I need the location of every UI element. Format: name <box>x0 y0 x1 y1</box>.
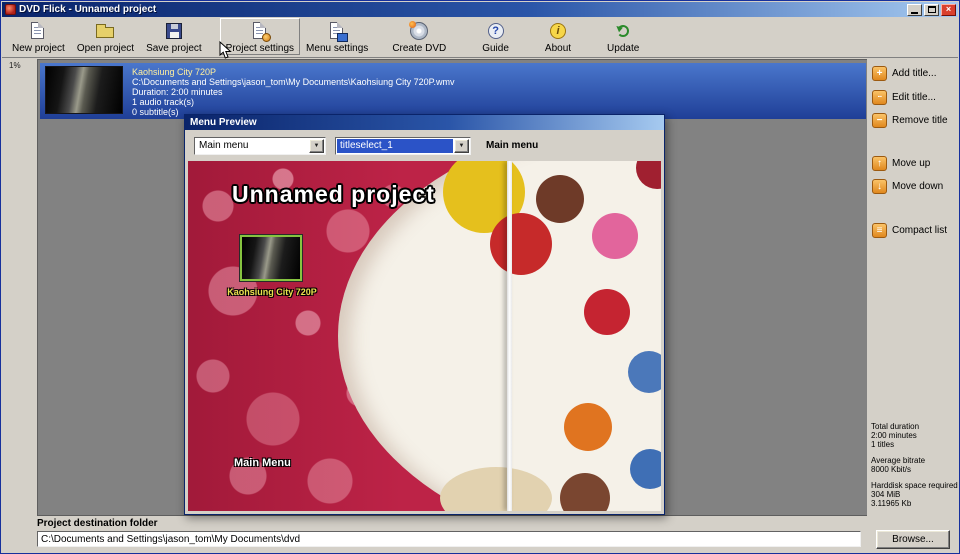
menu-settings-icon <box>325 20 349 42</box>
polka-dot-orange <box>564 403 612 451</box>
stat-total-duration-label: Total duration <box>871 422 920 431</box>
add-title-icon: + <box>872 66 887 81</box>
chevron-down-icon[interactable]: ▼ <box>454 139 469 153</box>
menu-caption: Main menu <box>486 140 539 151</box>
open-project-icon <box>93 20 117 42</box>
move-up-button[interactable]: ↑ Move up <box>872 156 930 171</box>
compact-list-icon: ≡ <box>872 223 887 238</box>
remove-title-label: Remove title <box>892 115 948 126</box>
polka-dot-red2 <box>584 289 630 335</box>
create-dvd-button[interactable]: Create DVD <box>386 18 452 55</box>
move-down-label: Move down <box>892 181 944 192</box>
compact-list-label: Compact list <box>892 225 948 236</box>
window-title: DVD Flick - Unnamed project <box>19 4 157 15</box>
menu-preview-canvas: Unnamed project Kaohsiung City 720P Main… <box>188 161 661 511</box>
create-dvd-label: Create DVD <box>392 43 447 54</box>
menu-preview-dialog: Menu Preview Main menu ▼ titleselect_1 ▼… <box>184 114 665 515</box>
project-settings-label: Project settings <box>225 43 295 54</box>
polka-dot-brown <box>536 175 584 223</box>
bottom-panel: Project destination folder Browse... <box>2 516 958 553</box>
about-label: About <box>544 43 572 54</box>
update-icon <box>611 20 635 42</box>
minimize-icon <box>911 11 918 14</box>
new-project-label: New project <box>12 43 65 54</box>
edit-title-icon: ··· <box>872 90 887 105</box>
edit-title-button[interactable]: ··· Edit title... <box>872 90 936 105</box>
dialog-combo-row: Main menu ▼ titleselect_1 ▼ Main menu <box>194 137 655 155</box>
mouse-cursor <box>219 41 232 59</box>
app-window: DVD Flick - Unnamed project × New projec… <box>0 0 960 554</box>
titlebar[interactable]: DVD Flick - Unnamed project × <box>2 2 958 17</box>
item-select-value: titleselect_1 <box>337 139 453 153</box>
save-project-label: Save project <box>146 43 202 54</box>
preview-project-title: Unnamed project <box>232 181 435 207</box>
sidebar: + Add title... ··· Edit title... − Remov… <box>867 59 958 516</box>
open-project-button[interactable]: Open project <box>71 18 140 55</box>
open-project-label: Open project <box>76 43 135 54</box>
compact-list-button[interactable]: ≡ Compact list <box>872 223 947 238</box>
move-up-icon: ↑ <box>872 156 887 171</box>
maximize-button[interactable] <box>924 3 939 16</box>
new-project-button[interactable]: New project <box>6 18 71 55</box>
browse-button[interactable]: Browse... <box>876 530 950 549</box>
menu-select-combobox[interactable]: Main menu ▼ <box>194 137 326 155</box>
guide-button[interactable]: ? Guide <box>476 18 515 55</box>
create-dvd-icon <box>407 20 431 42</box>
update-label: Update <box>607 43 640 54</box>
stat-bitrate-value: 8000 Kbit/s <box>871 465 912 474</box>
destination-folder-input[interactable] <box>37 531 861 547</box>
new-project-icon <box>26 20 50 42</box>
menu-select-value: Main menu <box>199 140 249 151</box>
title-thumbnail <box>45 66 123 114</box>
move-down-button[interactable]: ↓ Move down <box>872 179 943 194</box>
gutter-label: 1% <box>9 61 21 70</box>
guide-label: Guide <box>482 43 509 54</box>
minimize-button[interactable] <box>907 3 922 16</box>
stat-titles-count: 1 titles <box>871 440 895 449</box>
save-project-button[interactable]: Save project <box>140 18 208 55</box>
item-select-combobox[interactable]: titleselect_1 ▼ <box>335 137 471 155</box>
polka-dot-pink <box>592 213 638 259</box>
left-gutter: 1% <box>2 59 37 516</box>
maximize-icon <box>927 6 936 13</box>
about-button[interactable]: i About <box>539 18 577 55</box>
project-settings-icon <box>248 20 272 42</box>
preview-title-thumbnail[interactable] <box>240 235 302 281</box>
save-project-icon <box>162 20 186 42</box>
app-icon <box>5 4 16 15</box>
stat-total-duration-value: 2:00 minutes <box>871 431 917 440</box>
preview-thumbnail-label: Kaohsiung City 720P <box>227 287 317 297</box>
chevron-down-icon[interactable]: ▼ <box>309 139 324 153</box>
add-title-button[interactable]: + Add title... <box>872 66 936 81</box>
title-path: C:\Documents and Settings\jason_tom\My D… <box>132 77 455 87</box>
title-duration: Duration: 2:00 minutes <box>132 87 223 97</box>
menu-settings-button[interactable]: Menu settings <box>300 18 374 55</box>
stat-space-value2: 3.11965 Kb <box>871 499 912 508</box>
title-audio: 1 audio track(s) <box>132 97 195 107</box>
title-row-selected[interactable]: Kaohsiung City 720P C:\Documents and Set… <box>40 63 866 119</box>
title-name: Kaohsiung City 720P <box>132 67 217 77</box>
toolbar: New project Open project Save project Pr… <box>2 17 958 58</box>
move-down-icon: ↓ <box>872 179 887 194</box>
plate-edge-line <box>507 161 512 511</box>
guide-icon: ? <box>484 20 508 42</box>
stat-space-value1: 304 MiB <box>871 490 901 499</box>
remove-title-icon: − <box>872 113 887 128</box>
add-title-label: Add title... <box>892 68 937 79</box>
close-icon: × <box>945 4 952 14</box>
preview-menu-label: Main Menu <box>234 457 291 469</box>
dialog-titlebar[interactable]: Menu Preview <box>185 115 664 130</box>
edit-title-label: Edit title... <box>892 92 936 103</box>
remove-title-button[interactable]: − Remove title <box>872 113 948 128</box>
close-button[interactable]: × <box>941 3 956 16</box>
destination-folder-label: Project destination folder <box>37 518 158 529</box>
polka-dot-red <box>490 213 552 275</box>
project-stats: Total duration 2:00 minutes 1 titles Ave… <box>871 415 958 508</box>
stat-bitrate-label: Average bitrate <box>871 456 926 465</box>
menu-settings-label: Menu settings <box>306 43 369 54</box>
stat-space-label: Harddisk space required <box>871 481 958 490</box>
move-up-label: Move up <box>892 158 931 169</box>
about-icon: i <box>546 20 570 42</box>
update-button[interactable]: Update <box>601 18 645 55</box>
